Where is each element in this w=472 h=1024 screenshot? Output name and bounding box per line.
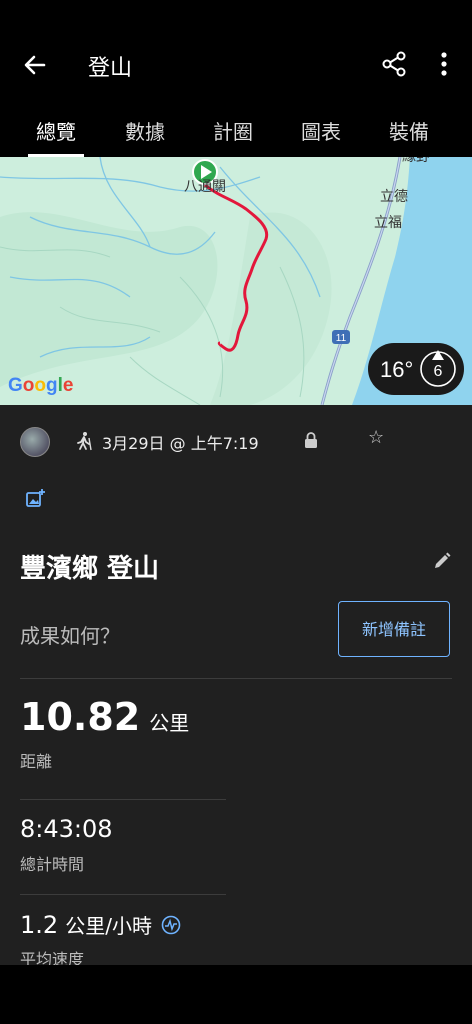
hiking-icon (77, 432, 92, 451)
distance-stat: 10.82 公里 (20, 695, 189, 739)
avg-speed-value: 1.2 (20, 911, 59, 939)
total-time-label: 總計時間 (20, 855, 85, 874)
avg-speed-stat: 1.2 公里/小時 (20, 910, 181, 939)
map-canvas: 11 八通關 立德 立福 緣野 Google 16° 6 (0, 157, 472, 405)
weather-badge: 16° 6 (368, 343, 464, 395)
avg-speed-unit: 公里/小時 (65, 914, 153, 938)
distance-unit: 公里 (149, 711, 190, 735)
activity-date: 3月29日 @ 上午7:19 (102, 434, 259, 453)
add-note-button[interactable]: 新增備註 (338, 601, 450, 657)
highway-label: 11 (336, 333, 347, 344)
place-label-lide: 立德 (380, 188, 408, 204)
divider (20, 799, 226, 800)
total-time-value: 8:43:08 (20, 815, 113, 843)
google-logo: Google (8, 375, 73, 396)
tab-gear[interactable]: 裝備 (389, 116, 429, 145)
add-photo-icon[interactable] (24, 487, 46, 509)
wind-speed: 6 (434, 363, 443, 380)
arrow-left-icon[interactable] (20, 50, 50, 80)
place-label-top: 緣野 (402, 157, 430, 164)
temperature: 16° (380, 357, 413, 382)
avatar[interactable] (20, 427, 50, 457)
tab-overview[interactable]: 總覽 (36, 116, 76, 145)
distance-label: 距離 (20, 752, 53, 771)
distance-value: 10.82 (20, 695, 141, 739)
tab-data[interactable]: 數據 (125, 116, 165, 145)
place-label-lifu: 立福 (374, 214, 402, 230)
edit-pencil-icon[interactable] (432, 551, 452, 571)
tab-charts[interactable]: 圖表 (301, 116, 341, 145)
tab-laps[interactable]: 計圈 (213, 116, 253, 145)
share-icon[interactable] (380, 50, 408, 78)
feedback-prompt: 成果如何？ (20, 624, 120, 648)
page-title: 登山 (88, 56, 133, 81)
more-vertical-icon[interactable] (430, 50, 458, 78)
tab-bar: 總覽 數據 計圈 圖表 裝備 (0, 102, 472, 157)
system-nav-bar (0, 965, 472, 1024)
divider (20, 894, 226, 895)
lock-icon[interactable] (302, 431, 320, 449)
divider (20, 678, 452, 679)
speed-chart-icon[interactable] (161, 915, 181, 935)
route-map[interactable]: 11 八通關 立德 立福 緣野 Google 16° 6 (0, 157, 472, 405)
place-label-start: 八通關 (184, 178, 226, 194)
star-icon[interactable]: ☆ (368, 427, 384, 448)
top-app-bar: 登山 (0, 0, 472, 100)
activity-title: 豐濱鄉 登山 (20, 554, 160, 584)
activity-details: 3月29日 @ 上午7:19 ☆ 豐濱鄉 登山 成果如何？ 新增備註 10.82… (0, 405, 472, 969)
